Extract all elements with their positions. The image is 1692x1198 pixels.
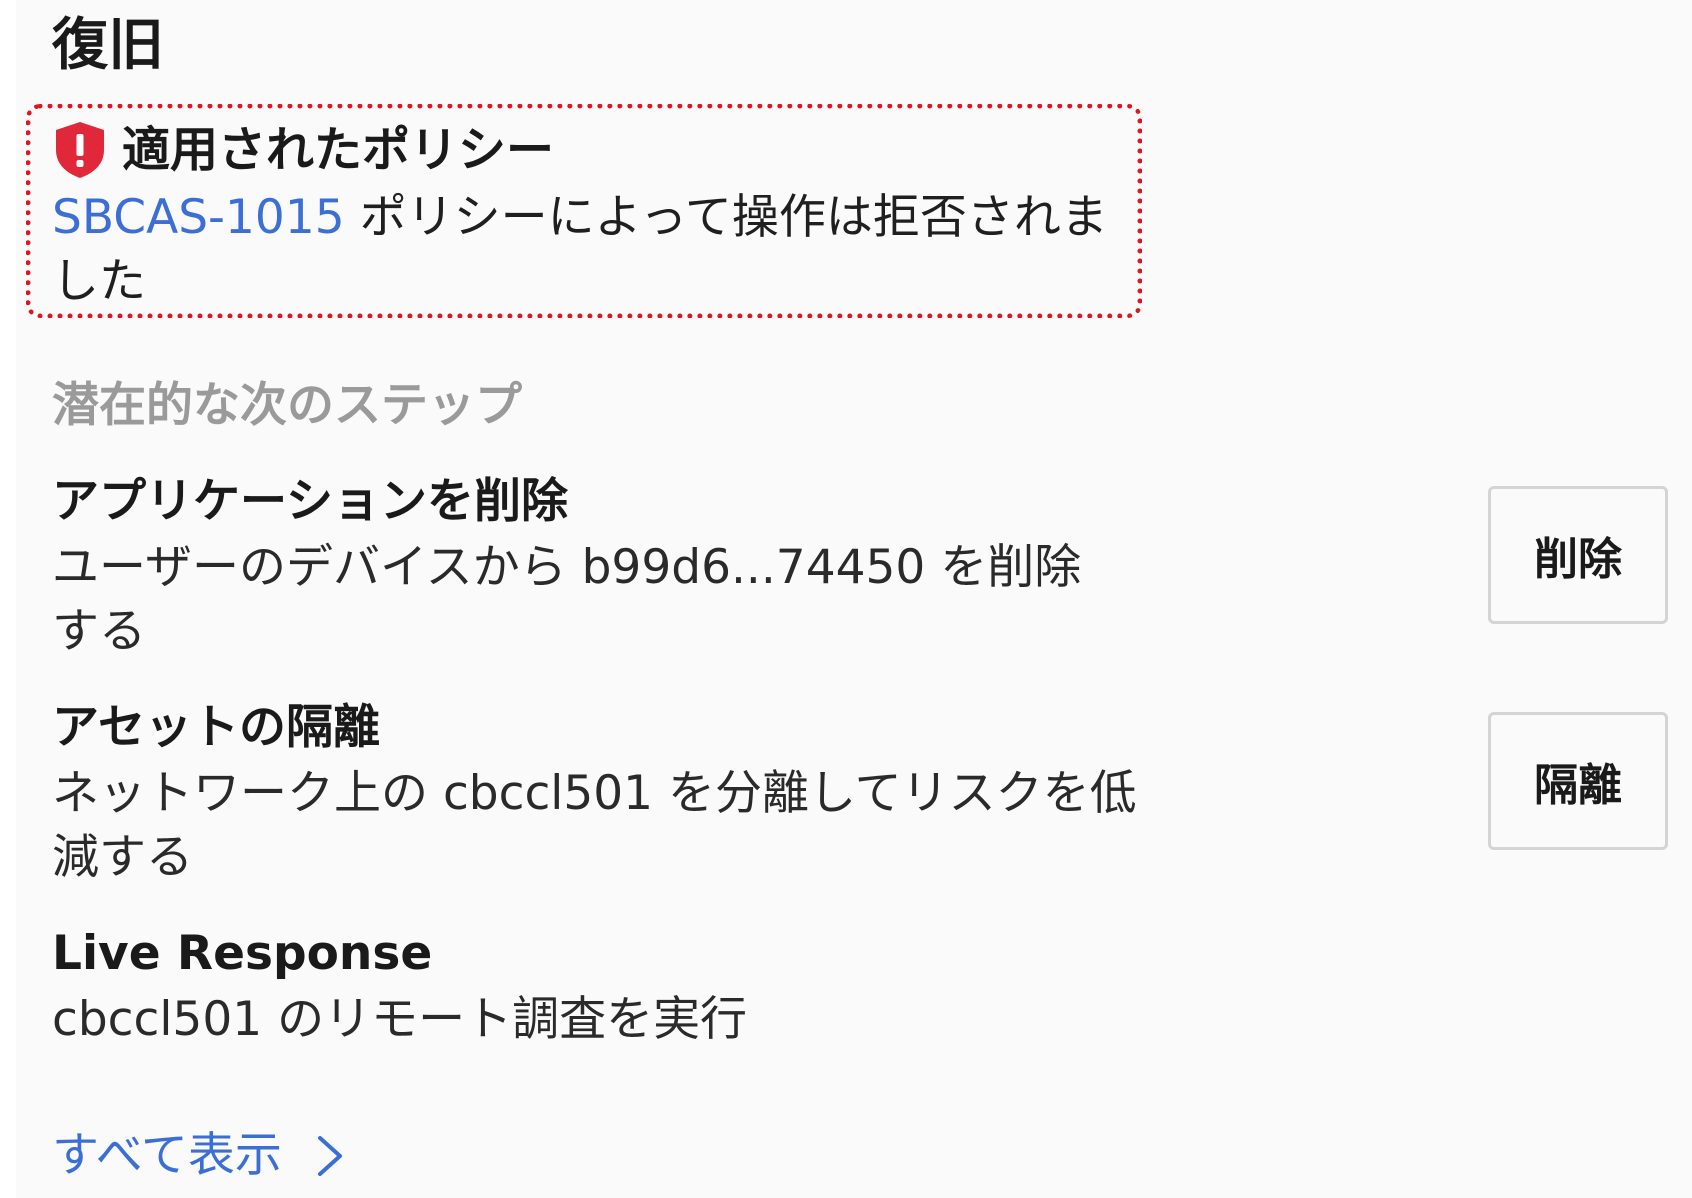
step-remove-app-title: アプリケーションを削除 [52, 474, 569, 529]
remove-app-button[interactable]: 削除 [1488, 486, 1668, 624]
page-title: 復旧 [52, 13, 164, 78]
policy-header: 適用されたポリシー [52, 118, 554, 182]
step-isolate-asset-title: アセットの隔離 [52, 700, 381, 755]
step-remove-app-description: ユーザーのデバイスから b99d6...74450 を削除する [52, 540, 1082, 659]
step-live-response-description: cbccl501 のリモート調査を実行 [52, 992, 748, 1047]
view-all-label: すべて表示 [52, 1128, 282, 1183]
step-live-response-title: Live Response [52, 926, 433, 981]
policy-id-link[interactable]: SBCAS-1015 [52, 190, 345, 245]
policy-description: SBCAS-1015 ポリシーによって操作は拒否されました [52, 186, 1112, 314]
view-all-link[interactable]: すべて表示 [52, 1124, 350, 1188]
step-isolate-asset-description: ネットワーク上の cbccl501 を分離してリスクを低減する [52, 766, 1137, 885]
policy-title: 適用されたポリシー [122, 122, 555, 178]
isolate-asset-button[interactable]: 隔離 [1488, 712, 1668, 850]
next-steps-heading: 潜在的な次のステップ [52, 378, 522, 433]
chevron-right-icon [317, 1136, 342, 1176]
shield-alert-icon [56, 122, 104, 178]
